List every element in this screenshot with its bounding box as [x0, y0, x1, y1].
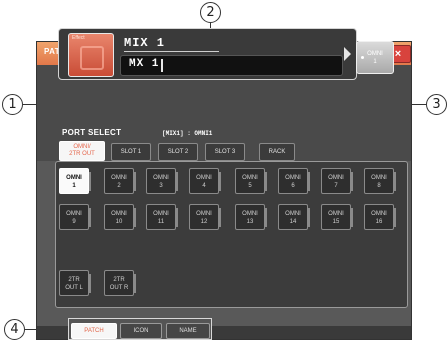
port-line1: OMNI [242, 175, 258, 181]
port-omni-1[interactable]: OMNI 1 [59, 168, 91, 194]
port-line1: OMNI [285, 175, 301, 181]
port-line1: OMNI [285, 211, 301, 217]
port-line2: 4 [202, 183, 206, 189]
port-omni-16[interactable]: OMNI 16 [364, 204, 396, 230]
port-omni-9[interactable]: OMNI 9 [59, 204, 91, 230]
port-select-current: [MIX1] : OMNI1 [162, 130, 213, 137]
port-line2: 14 [289, 219, 297, 225]
text-caret [161, 59, 163, 72]
port-omni-4[interactable]: OMNI 4 [189, 168, 221, 194]
channel-name-field[interactable]: MX 1 [120, 55, 343, 76]
port-omni-15[interactable]: OMNI 15 [321, 204, 353, 230]
port-omni-8[interactable]: OMNI 8 [364, 168, 396, 194]
port-line2: 10 [115, 219, 123, 225]
port-line1: OMNI [153, 175, 169, 181]
channel-name-underline [124, 51, 219, 52]
port-line2: 6 [291, 183, 295, 189]
tab-name[interactable]: NAME [166, 323, 210, 339]
tab-patch[interactable]: PATCH [71, 323, 117, 339]
tab-omni-line2: 2TR OUT [69, 151, 95, 157]
patch-arrow-icon [344, 47, 351, 61]
port-line1: OMNI [371, 211, 387, 217]
port-line2: 8 [377, 183, 381, 189]
port-omni-2[interactable]: OMNI 2 [104, 168, 136, 194]
port-line2: 5 [248, 183, 252, 189]
port-line1: OMNI [111, 175, 127, 181]
port-line1: OMNI [153, 211, 169, 217]
effect-icon [80, 46, 104, 70]
port-line2: 2 [117, 183, 121, 189]
port-line2: 15 [332, 219, 340, 225]
port-line1: 2TR [113, 277, 125, 283]
port-line1: OMNI [328, 211, 344, 217]
port-line2: 1 [72, 183, 76, 189]
port-line1: OMNI [242, 211, 258, 217]
port-omni-12[interactable]: OMNI 12 [189, 204, 221, 230]
callout-1: 1 [2, 94, 23, 115]
patch-button-line2: 1 [373, 59, 377, 65]
port-line2: OUT L [65, 285, 83, 291]
port-omni-13[interactable]: OMNI 13 [235, 204, 267, 230]
callout-4: 4 [4, 319, 25, 340]
port-omni-14[interactable]: OMNI 14 [278, 204, 310, 230]
callout-2: 2 [200, 2, 221, 23]
port-omni-6[interactable]: OMNI 6 [278, 168, 310, 194]
channel-name: MIX 1 [124, 36, 166, 50]
port-line2: 3 [159, 183, 163, 189]
tab-slot-3[interactable]: SLOT 3 [205, 143, 245, 161]
port-line1: OMNI [328, 175, 344, 181]
port-2tr-out-r[interactable]: 2TR OUT R [104, 270, 136, 296]
port-line1: OMNI [196, 175, 212, 181]
port-select-label: PORT SELECT [62, 128, 122, 137]
patch-label: PATCH [359, 30, 386, 39]
callout-3: 3 [426, 94, 447, 115]
port-omni-10[interactable]: OMNI 10 [104, 204, 136, 230]
port-omni-5[interactable]: OMNI 5 [235, 168, 267, 194]
channel-name-field-value: MX 1 [129, 58, 160, 70]
port-line2: OUT R [109, 285, 129, 291]
channel-icon-tag: Effect [72, 35, 85, 41]
patch-dot-icon [361, 56, 364, 59]
callout-3-leader [411, 104, 426, 105]
port-line2: 7 [334, 183, 338, 189]
port-line2: 16 [375, 219, 383, 225]
port-omni-3[interactable]: OMNI 3 [146, 168, 178, 194]
port-line2: 9 [72, 219, 76, 225]
channel-icon-button[interactable]: Effect [68, 33, 114, 77]
port-line2: 11 [157, 219, 165, 225]
port-line1: OMNI [371, 175, 387, 181]
port-line1: 2TR [68, 277, 80, 283]
patch-button[interactable]: OMNI 1 [356, 41, 394, 74]
tab-slot-2[interactable]: SLOT 2 [158, 143, 198, 161]
port-line1: OMNI [196, 211, 212, 217]
port-line1: OMNI [111, 211, 127, 217]
tab-omni-2tr-out[interactable]: OMNI/ 2TR OUT [59, 141, 105, 161]
port-line2: 13 [246, 219, 254, 225]
port-line2: 12 [200, 219, 208, 225]
tab-slot-1[interactable]: SLOT 1 [111, 143, 151, 161]
tab-icon[interactable]: ICON [120, 323, 162, 339]
tab-rack[interactable]: RACK [259, 143, 295, 161]
port-line1: OMNI [66, 211, 82, 217]
port-2tr-out-l[interactable]: 2TR OUT L [59, 270, 91, 296]
port-line1: OMNI [66, 175, 82, 181]
port-omni-7[interactable]: OMNI 7 [321, 168, 353, 194]
tab-omni-line1: OMNI/ [73, 144, 91, 150]
port-omni-11[interactable]: OMNI 11 [146, 204, 178, 230]
